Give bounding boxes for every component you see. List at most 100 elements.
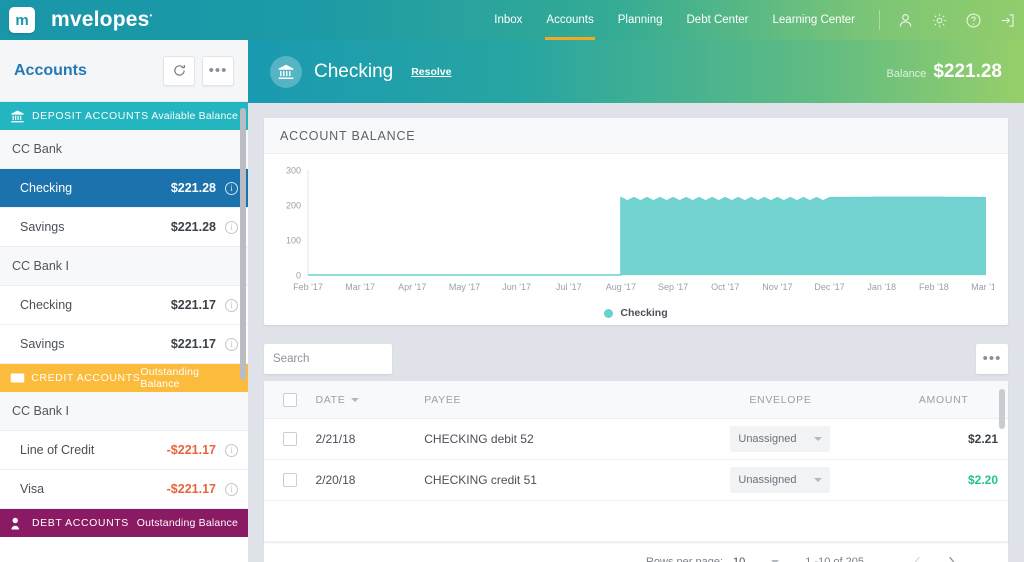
transactions-table: DATE PAYEE ENVELOPE AMOUNT 2/21/18 CHECK… xyxy=(264,381,1008,542)
svg-text:Jun '17: Jun '17 xyxy=(502,282,531,292)
transactions-toolbar: ••• xyxy=(264,337,1008,381)
svg-text:0: 0 xyxy=(296,271,301,281)
nav-item-accounts[interactable]: Accounts xyxy=(534,0,605,40)
cell-payee: CHECKING debit 52 xyxy=(424,432,534,446)
app-logo[interactable]: m xyxy=(9,7,35,33)
group-header-credit-accounts[interactable]: CREDIT ACCOUNTS Outstanding Balance xyxy=(0,364,248,392)
group-balance-label-deposit: Available Balance xyxy=(151,110,238,122)
select-all-checkbox[interactable] xyxy=(282,392,297,407)
chart-card-title: ACCOUNT BALANCE xyxy=(264,118,1008,154)
header-balance: Balance $221.28 xyxy=(887,61,1002,83)
nav-item-learning-center[interactable]: Learning Center xyxy=(761,0,867,40)
group-label-credit: CREDIT ACCOUNTS xyxy=(31,372,141,384)
bank-row-cc-bank-i: CC Bank I xyxy=(0,247,248,286)
top-navigation-bar: m mvelopes• Inbox Accounts Planning Debt… xyxy=(0,0,1024,40)
svg-text:May '17: May '17 xyxy=(449,282,480,292)
transactions-more-icon[interactable]: ••• xyxy=(976,344,1008,374)
info-icon[interactable]: i xyxy=(225,298,238,312)
account-row-line-of-credit[interactable]: Line of Credit -$221.17 i xyxy=(0,431,248,470)
table-row-partial[interactable] xyxy=(264,501,1008,542)
resolve-link[interactable]: Resolve xyxy=(411,66,451,78)
chevron-down-icon xyxy=(814,437,823,441)
account-amount: $221.28 xyxy=(170,181,216,195)
group-header-debt-accounts[interactable]: DEBT ACCOUNTS Outstanding Balance xyxy=(0,509,248,537)
sidebar-more-icon[interactable]: ••• xyxy=(202,55,234,86)
nav-item-debt-center[interactable]: Debt Center xyxy=(675,0,761,40)
account-name: Visa xyxy=(20,482,45,496)
svg-text:Oct '17: Oct '17 xyxy=(711,282,739,292)
envelope-dropdown[interactable]: Unassigned xyxy=(730,467,831,493)
svg-text:Dec '17: Dec '17 xyxy=(814,282,844,292)
account-name: Checking xyxy=(20,298,73,312)
sidebar-scrollbar[interactable] xyxy=(240,108,246,380)
content-area: ACCOUNT BALANCE 0 100 200 300 Feb '17 Mar '17… xyxy=(248,103,1024,562)
logout-icon[interactable] xyxy=(990,0,1024,40)
account-name: Checking xyxy=(20,181,73,195)
sidebar-header: Accounts ••• xyxy=(0,40,248,102)
accounts-sidebar: Accounts ••• DEPOSIT ACCOUNTS Available … xyxy=(0,40,248,562)
account-row-checking-cc-bank[interactable]: Checking $221.28 i xyxy=(0,169,248,208)
info-icon[interactable]: i xyxy=(225,220,238,234)
svg-text:Aug '17: Aug '17 xyxy=(606,282,636,292)
row-checkbox-cell xyxy=(264,473,315,487)
account-page-header: Checking Resolve Balance $221.28 xyxy=(248,40,1024,103)
column-header-payee[interactable]: PAYEE xyxy=(424,394,681,406)
nav-item-inbox[interactable]: Inbox xyxy=(482,0,534,40)
info-icon[interactable]: i xyxy=(225,443,238,457)
row-checkbox[interactable] xyxy=(282,473,297,487)
app-root: m mvelopes• Inbox Accounts Planning Debt… xyxy=(0,0,1024,562)
account-amount: $221.28 xyxy=(170,220,216,234)
rows-per-page-label: Rows per page: xyxy=(645,556,724,562)
row-checkbox-cell xyxy=(264,432,315,446)
account-row-savings-cc-bank[interactable]: Savings $221.28 i xyxy=(0,208,248,247)
brand-text: mvelopes xyxy=(51,8,150,31)
gear-icon[interactable] xyxy=(922,0,956,40)
svg-text:Sep '17: Sep '17 xyxy=(658,282,688,292)
account-row-savings-cc-bank-i[interactable]: Savings $221.17 i xyxy=(0,325,248,364)
svg-text:Jan '18: Jan '18 xyxy=(867,282,896,292)
column-header-date[interactable]: DATE xyxy=(315,394,424,406)
column-header-envelope[interactable]: ENVELOPE xyxy=(682,394,880,406)
group-header-deposit-accounts[interactable]: DEPOSIT ACCOUNTS Available Balance xyxy=(0,102,248,130)
user-icon[interactable] xyxy=(888,0,922,40)
group-label-debt: DEBT ACCOUNTS xyxy=(32,517,129,529)
table-scrollbar[interactable] xyxy=(999,389,1005,429)
search-input[interactable] xyxy=(273,353,427,365)
nav-item-planning[interactable]: Planning xyxy=(606,0,675,40)
select-all-checkbox-cell xyxy=(264,392,315,407)
column-header-date-label: DATE xyxy=(315,393,346,406)
table-row[interactable]: 2/21/18 CHECKING debit 52 Unassigned $2.… xyxy=(264,419,1008,460)
transactions-section: ••• DATE PAYEE ENVELOPE AMOUNT xyxy=(264,337,1008,562)
envelope-dropdown[interactable]: Unassigned xyxy=(730,426,831,452)
legend-label-checking: Checking xyxy=(620,307,668,319)
account-row-visa[interactable]: Visa -$221.17 i xyxy=(0,470,248,509)
cell-envelope: Unassigned xyxy=(681,467,879,493)
group-balance-label-credit: Outstanding Balance xyxy=(140,366,200,390)
svg-text:Mar '18: Mar '18 xyxy=(971,282,994,292)
svg-text:Mar '17: Mar '17 xyxy=(345,282,375,292)
account-row-checking-cc-bank-i[interactable]: Checking $221.17 i xyxy=(0,286,248,325)
next-page-button[interactable] xyxy=(934,555,968,562)
info-icon[interactable]: i xyxy=(225,181,238,195)
sort-desc-icon xyxy=(351,397,360,402)
refresh-icon[interactable] xyxy=(163,55,195,86)
table-row[interactable]: 2/20/18 CHECKING credit 51 Unassigned $2… xyxy=(264,460,1008,501)
account-balance-chart: 0 100 200 300 Feb '17 Mar '17 Apr '17 May '17 Ju… xyxy=(286,166,1001,293)
pagination-range: 1 -10 of 205 xyxy=(805,556,864,562)
column-header-amount[interactable]: AMOUNT xyxy=(879,394,1008,406)
cell-date: 2/20/18 xyxy=(315,473,356,487)
card-icon xyxy=(10,372,31,384)
bank-icon xyxy=(270,55,302,88)
info-icon[interactable]: i xyxy=(225,482,238,496)
svg-text:Feb '17: Feb '17 xyxy=(293,282,323,292)
search-box[interactable] xyxy=(264,344,427,374)
row-checkbox[interactable] xyxy=(282,432,297,446)
brand-name: mvelopes• xyxy=(51,8,153,32)
help-icon[interactable] xyxy=(956,0,990,40)
main-content: Checking Resolve Balance $221.28 ACCOUNT… xyxy=(248,40,1024,562)
info-icon[interactable]: i xyxy=(225,337,238,351)
rows-per-page-value[interactable]: 10 xyxy=(733,556,745,562)
prev-page-button[interactable] xyxy=(900,555,934,562)
bank-row-cc-bank: CC Bank xyxy=(0,130,248,169)
account-amount: $221.17 xyxy=(170,337,216,351)
